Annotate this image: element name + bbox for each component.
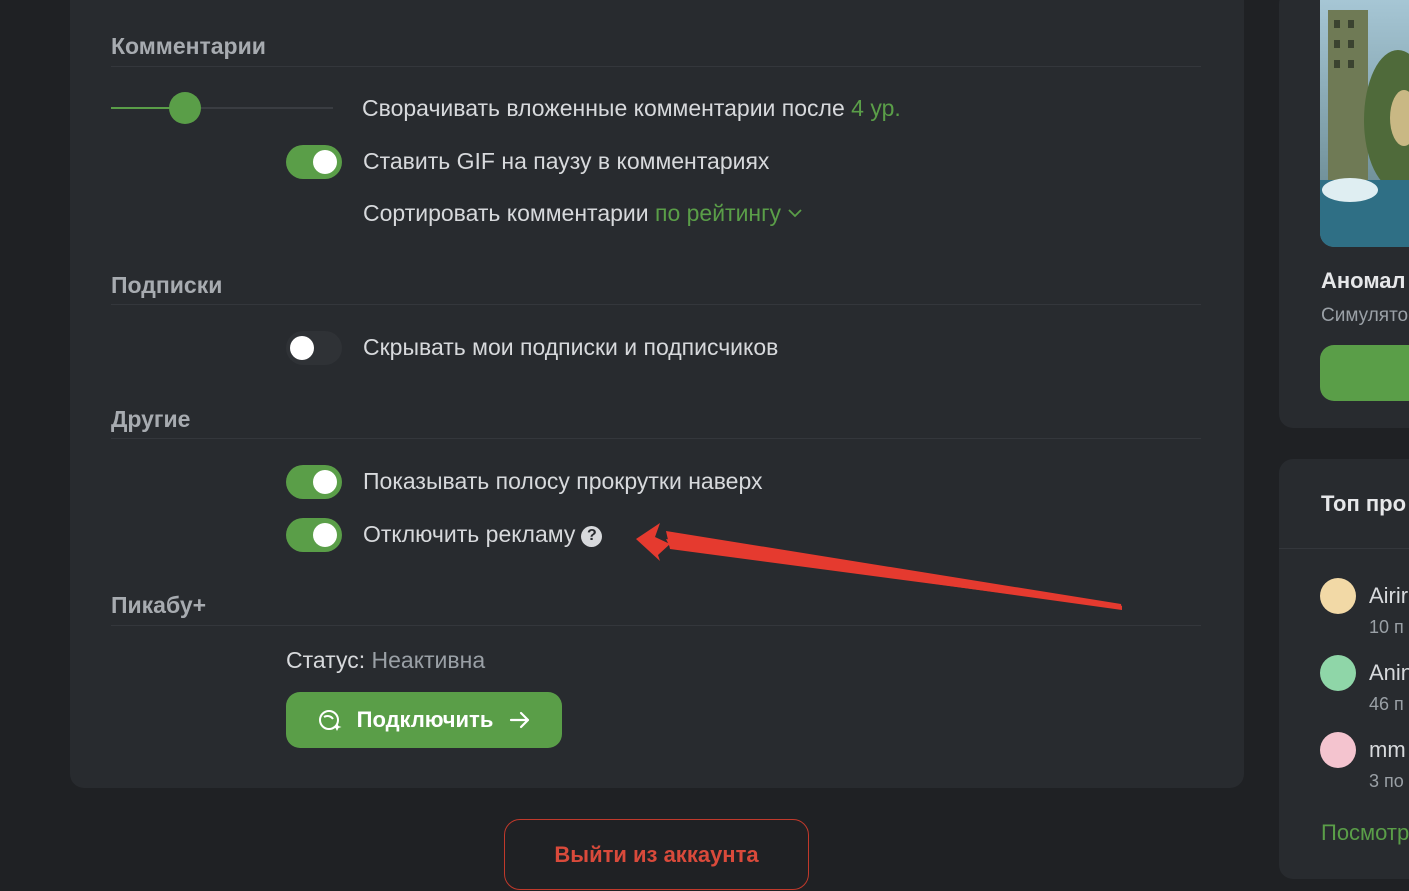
divider <box>111 438 1201 439</box>
toggle-knob <box>313 150 337 174</box>
gif-pause-label: Ставить GIF на паузу в комментариях <box>363 148 770 174</box>
chevron-down-icon <box>788 209 803 218</box>
promo-subtitle: Симулято <box>1321 305 1409 326</box>
logout-button[interactable]: Выйти из аккаунта <box>504 819 809 890</box>
sort-label: Сортировать комментарии <box>363 200 649 226</box>
section-title-other: Другие <box>111 406 191 432</box>
collapse-setting: Сворачивать вложенные комментарии после … <box>362 95 901 122</box>
avatar[interactable] <box>1320 732 1356 768</box>
toggle-knob <box>313 523 337 547</box>
collapse-label: Сворачивать вложенные комментарии после <box>362 95 845 121</box>
view-all-link[interactable]: Посмотр <box>1321 820 1409 846</box>
toggle-knob <box>313 470 337 494</box>
top-authors-title: Топ про <box>1321 491 1407 516</box>
promo-image[interactable] <box>1320 0 1409 247</box>
top-author-meta: 46 п <box>1369 694 1404 714</box>
disable-ads-toggle[interactable] <box>286 518 342 552</box>
disable-ads-setting: Отключить рекламу? <box>363 521 603 548</box>
annotation-arrow <box>636 523 1122 610</box>
divider <box>1279 548 1409 549</box>
divider <box>111 625 1201 626</box>
status-label: Статус: <box>286 647 366 673</box>
section-title-subscriptions: Подписки <box>111 272 223 298</box>
scroll-to-top-toggle[interactable] <box>286 465 342 499</box>
sort-dropdown[interactable]: по рейтингу <box>655 200 803 226</box>
gif-pause-toggle[interactable] <box>286 145 342 179</box>
scroll-to-top-label: Показывать полосу прокрутки наверх <box>363 468 763 494</box>
collapse-level-slider-track[interactable] <box>111 107 333 109</box>
divider <box>111 304 1201 305</box>
connect-button-label: Подключить <box>356 707 494 732</box>
toggle-knob <box>290 336 314 360</box>
pikabu-plus-icon <box>318 710 342 731</box>
top-author-meta: 10 п <box>1369 617 1404 637</box>
top-author-name[interactable]: Airir <box>1369 583 1408 609</box>
hide-subscriptions-toggle[interactable] <box>286 331 342 365</box>
hide-subscriptions-label: Скрывать мои подписки и подписчиков <box>363 334 779 360</box>
top-author-meta: 3 по <box>1369 771 1404 791</box>
status-value: Неактивна <box>371 647 486 673</box>
collapse-level-value: 4 ур. <box>851 95 901 121</box>
connect-button[interactable]: Подключить <box>286 692 562 748</box>
divider <box>111 66 1201 67</box>
help-icon[interactable]: ? <box>581 525 603 547</box>
promo-button[interactable] <box>1320 345 1409 401</box>
section-title-comments: Комментарии <box>111 33 266 59</box>
section-title-pikabu-plus: Пикабу+ <box>111 592 207 618</box>
promo-title[interactable]: Аномал <box>1321 268 1406 294</box>
top-author-name[interactable]: Anin <box>1369 660 1409 686</box>
arrow-right-icon <box>510 711 530 729</box>
subscription-status: Статус: Неактивна <box>286 647 485 674</box>
sort-setting: Сортировать комментарии по рейтингу <box>363 200 803 227</box>
avatar[interactable] <box>1320 655 1356 691</box>
disable-ads-label: Отключить рекламу <box>363 521 576 547</box>
collapse-level-slider-thumb[interactable] <box>169 92 201 124</box>
sort-value: по рейтингу <box>654 200 782 226</box>
top-author-name[interactable]: mm <box>1369 737 1406 763</box>
avatar[interactable] <box>1320 578 1356 614</box>
